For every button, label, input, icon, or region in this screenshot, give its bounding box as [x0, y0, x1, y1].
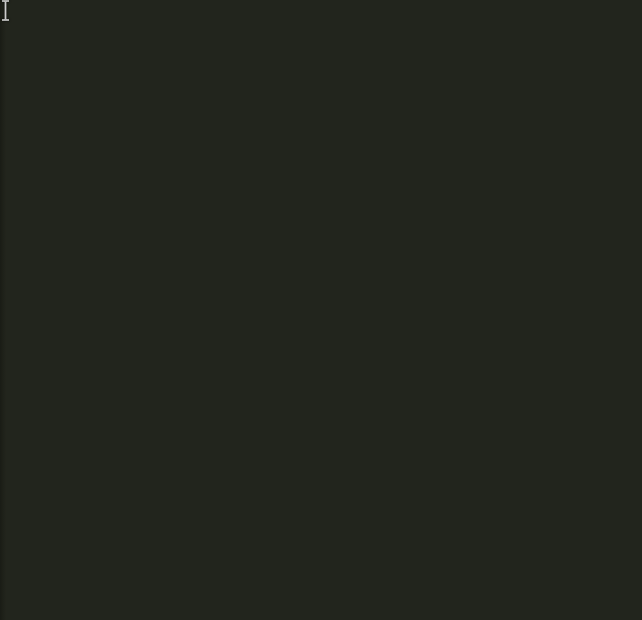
- code-editor-surface[interactable]: [0, 0, 642, 620]
- code-content[interactable]: [0, 0, 642, 620]
